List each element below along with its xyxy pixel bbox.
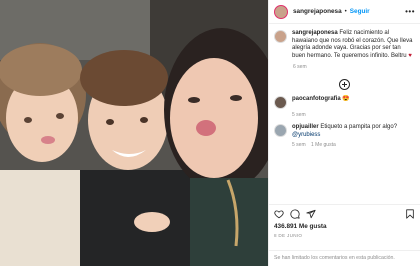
post-photo[interactable] (0, 0, 268, 266)
comment-text: paocanfotografia 😍 (292, 96, 350, 109)
follow-button[interactable]: Seguir (350, 8, 370, 15)
comment-avatar[interactable] (274, 124, 287, 138)
paper-plane-icon[interactable] (306, 209, 316, 219)
post-panel: sangrejaponesa • Seguir ••• sangrejapone… (268, 0, 420, 266)
comment-mention[interactable]: @yrubiess (292, 132, 320, 138)
more-horizontal-icon[interactable]: ••• (405, 7, 415, 16)
family-selfie-image (0, 0, 268, 266)
caption: sangrejaponesa Feliz nacimiento al hawai… (269, 24, 420, 60)
likes-count[interactable]: 436.891 Me gusta (274, 223, 327, 230)
post-username[interactable]: sangrejaponesa (293, 8, 342, 15)
instagram-post: sangrejaponesa • Seguir ••• sangrejapone… (0, 0, 420, 266)
caption-avatar[interactable] (274, 30, 287, 43)
caption-username[interactable]: sangrejaponesa (292, 30, 338, 36)
comment-likes[interactable]: 1 Me gusta (311, 142, 336, 148)
comment-meta: 5 sem 1 Me gusta (292, 142, 420, 148)
comment-username[interactable]: paocanfotografia (292, 96, 341, 102)
comment-avatar[interactable] (274, 96, 287, 110)
avatar[interactable] (274, 4, 288, 19)
comment-icon[interactable] (290, 209, 300, 219)
action-bar (269, 204, 420, 220)
comments-limited-notice: Se han limitado los comentarios en esta … (269, 250, 420, 266)
comment-item: opjuailler Etiqueto a pampita por algo? … (269, 118, 420, 139)
comment-body: Etiqueto a pampita por algo? (320, 124, 398, 131)
caption-age: 6 sem (293, 64, 307, 71)
comment-emoji: 😍 (342, 96, 350, 103)
post-header: sangrejaponesa • Seguir ••• (269, 0, 420, 24)
plus-circle-icon[interactable] (339, 79, 350, 91)
bookmark-icon[interactable] (405, 209, 415, 219)
comment-username[interactable]: opjuailler (292, 124, 319, 130)
comment-item: paocanfotografia 😍 (269, 90, 420, 110)
heart-icon[interactable] (274, 209, 284, 219)
comment-text: opjuailler Etiqueto a pampita por algo? … (292, 124, 397, 139)
separator-dot: • (344, 8, 347, 15)
post-date: 8 DE JUNIO (274, 233, 303, 238)
caption-text: sangrejaponesa Feliz nacimiento al hawai… (292, 30, 415, 60)
comment-age: 5 sem (292, 142, 306, 149)
heart-emoji: ♥ (408, 52, 412, 59)
